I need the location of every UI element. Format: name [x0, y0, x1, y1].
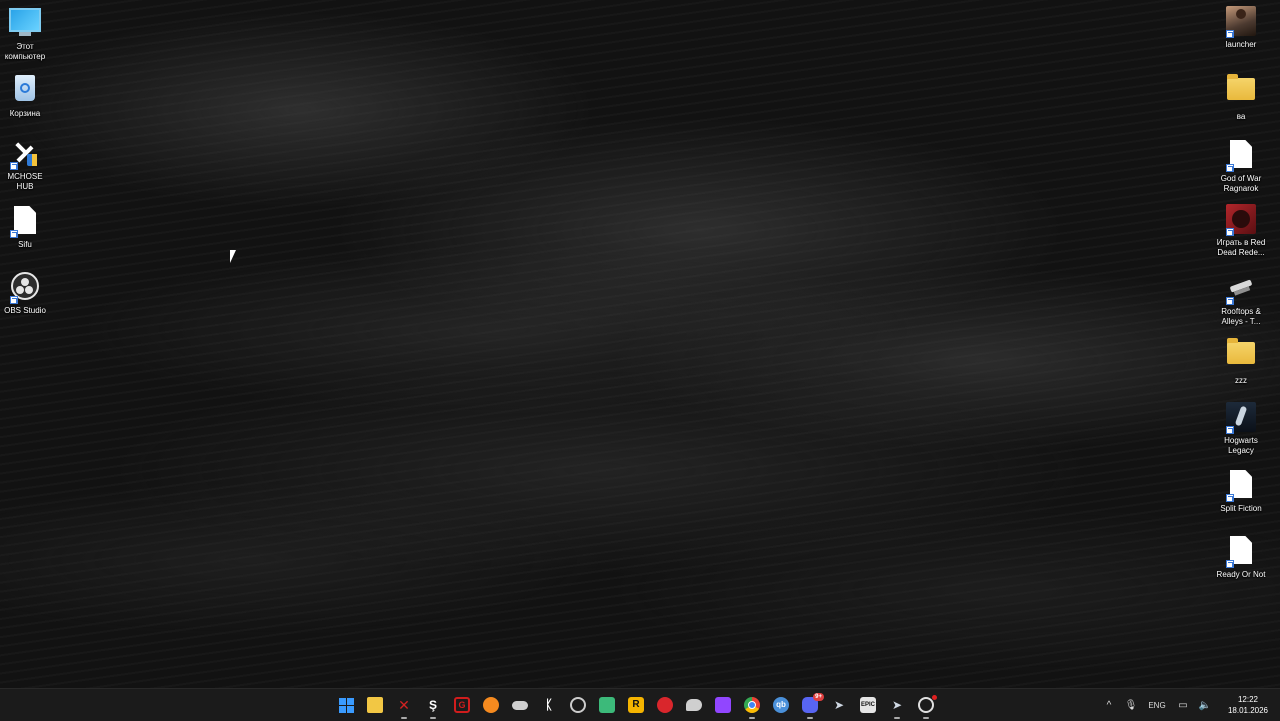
desktop-icon-launcher[interactable]: launcher [1209, 6, 1273, 50]
discord-badge: 9+ [813, 693, 824, 701]
steelseries-gg-icon: Ş [428, 698, 437, 712]
taskbar-obs-studio[interactable] [914, 693, 938, 719]
taskbar: ✕ Ş G ᛕ R qb 9+ ➤ EPIC ➤ ^ 🎙 ENG ▭ 🔈 12:… [0, 688, 1280, 721]
chat-bubble-icon [686, 699, 702, 711]
garena-icon: G [454, 697, 470, 713]
microphone-icon[interactable]: 🎙 [1120, 700, 1142, 711]
file-explorer-icon [367, 697, 383, 713]
this-pc-icon [9, 8, 41, 40]
clock-date: 18.01.2026 [1227, 706, 1269, 715]
red-box-app-icon [657, 697, 673, 713]
taskbar-ring-app[interactable] [566, 693, 590, 717]
start-button[interactable] [334, 693, 358, 717]
mouse-cursor [230, 250, 236, 263]
taskbar-file-explorer[interactable] [363, 693, 387, 717]
desktop-icon-split-fiction[interactable]: Split Fiction [1209, 468, 1273, 514]
epic-games-icon: EPIC [860, 697, 876, 713]
taskbar-green-app[interactable] [595, 693, 619, 717]
taskbar-rockstar-launcher[interactable]: R [624, 693, 648, 717]
tray-overflow-chevron[interactable]: ^ [1098, 700, 1120, 711]
rockstar-launcher-icon: R [628, 697, 644, 713]
taskbar-red-game-app[interactable]: ✕ [392, 693, 416, 719]
taskbar-red-box-app[interactable] [653, 693, 677, 717]
taskbar-steam-running[interactable]: ➤ [885, 693, 909, 719]
taskbar-gamepad-app[interactable] [508, 693, 532, 717]
desktop-icon-mchose-hub[interactable]: MCHOSE HUB [0, 138, 57, 192]
taskbar-steelseries-gg[interactable]: Ş [421, 693, 445, 719]
desktop-icon-label: MCHOSE HUB [7, 172, 43, 191]
taskbar-chat-app[interactable] [682, 693, 706, 717]
desktop-icon-this-pc[interactable]: Этот компьютер [0, 6, 57, 62]
desktop-icon-hogwarts-legacy[interactable]: Hogwarts Legacy [1209, 402, 1273, 456]
launcher-icon [1225, 6, 1257, 38]
gamepad-icon [512, 700, 528, 710]
file-icon [1225, 536, 1257, 568]
monitor-network-icon[interactable]: ▭ [1172, 700, 1194, 711]
desktop-icon-folder-zzz[interactable]: zzz [1209, 336, 1273, 386]
orange-app-icon [483, 697, 499, 713]
twitch-icon [715, 697, 731, 713]
recycle-bin-icon [9, 75, 41, 107]
clock-time: 12:22 [1237, 695, 1259, 704]
recording-dot [932, 695, 937, 700]
speaker-icon[interactable]: 🔈 [1194, 700, 1216, 711]
desktop-icon-label: Hogwarts Legacy [1224, 436, 1258, 455]
desktop-icon-label: Играть в Red Dead Rede... [1216, 238, 1266, 257]
mchose-hub-icon: ᛕ [545, 697, 553, 712]
green-app-icon [599, 697, 615, 713]
taskbar-apps: ✕ Ş G ᛕ R qb 9+ ➤ EPIC ➤ [334, 689, 938, 721]
red-dead-redemption-icon [1225, 204, 1257, 236]
taskbar-mchose-hub[interactable]: ᛕ [537, 693, 561, 717]
taskbar-qbittorrent[interactable]: qb [769, 693, 793, 717]
obs-studio-icon [9, 272, 41, 304]
desktop-icon-label: God of War Ragnarok [1220, 174, 1262, 193]
desktop-icon-label: Split Fiction [1220, 504, 1262, 513]
windows-start-icon [338, 697, 354, 713]
rooftops-alleys-icon [1225, 273, 1257, 305]
ring-app-icon [570, 697, 586, 713]
taskbar-chrome[interactable] [740, 693, 764, 719]
taskbar-epic-games[interactable]: EPIC [856, 693, 880, 717]
desktop-icon-red-dead-redemption[interactable]: Играть в Red Dead Rede... [1209, 204, 1273, 258]
system-tray: ^ 🎙 ENG ▭ 🔈 12:22 18.01.2026 [1098, 689, 1280, 721]
taskbar-orange-app[interactable] [479, 693, 503, 717]
folder-icon [1225, 74, 1257, 110]
folder-icon [1225, 338, 1257, 374]
taskbar-garena[interactable]: G [450, 693, 474, 717]
desktop-icon-label: launcher [1225, 40, 1257, 49]
desktop-icon-recycle-bin[interactable]: Корзина [0, 72, 57, 119]
file-icon [1225, 140, 1257, 172]
chrome-icon [744, 697, 760, 713]
taskbar-twitch[interactable] [711, 693, 735, 717]
desktop-icon-ready-or-not[interactable]: Ready Or Not [1209, 534, 1273, 580]
clock[interactable]: 12:22 18.01.2026 [1216, 694, 1280, 716]
obs-studio-icon [918, 697, 934, 713]
desktop-icon-label: Sifu [18, 240, 32, 249]
desktop-icon-label: Rooftops & Alleys - T... [1221, 307, 1261, 326]
qbittorrent-icon: qb [773, 697, 789, 713]
desktop-icon-rooftops-alleys[interactable]: Rooftops & Alleys - T... [1209, 270, 1273, 327]
steam-icon: ➤ [833, 698, 845, 712]
desktop-icon-sifu[interactable]: Sifu [0, 204, 57, 250]
desktop-icon-label: Корзина [9, 109, 41, 118]
taskbar-discord[interactable]: 9+ [798, 693, 824, 719]
desktop-icon-label: OBS Studio [4, 306, 46, 315]
desktop-icon-folder-va[interactable]: ва [1209, 72, 1273, 122]
steam-icon: ➤ [891, 698, 903, 712]
taskbar-steam[interactable]: ➤ [827, 693, 851, 717]
desktop-icon-label: Этот компьютер [4, 42, 46, 61]
desktop-icon-obs-studio[interactable]: OBS Studio [0, 270, 57, 316]
desktop-icon-label: Ready Or Not [1216, 570, 1266, 579]
mchose-hub-icon [9, 138, 41, 170]
file-icon [9, 206, 41, 238]
red-game-app-icon: ✕ [398, 697, 410, 713]
desktop-icon-label: zzz [1235, 376, 1247, 385]
hogwarts-legacy-icon [1225, 402, 1257, 434]
desktop-icon-label: ва [1236, 112, 1246, 121]
language-indicator[interactable]: ENG [1142, 701, 1172, 710]
file-icon [1225, 470, 1257, 502]
desktop-icon-god-of-war[interactable]: God of War Ragnarok [1209, 138, 1273, 194]
